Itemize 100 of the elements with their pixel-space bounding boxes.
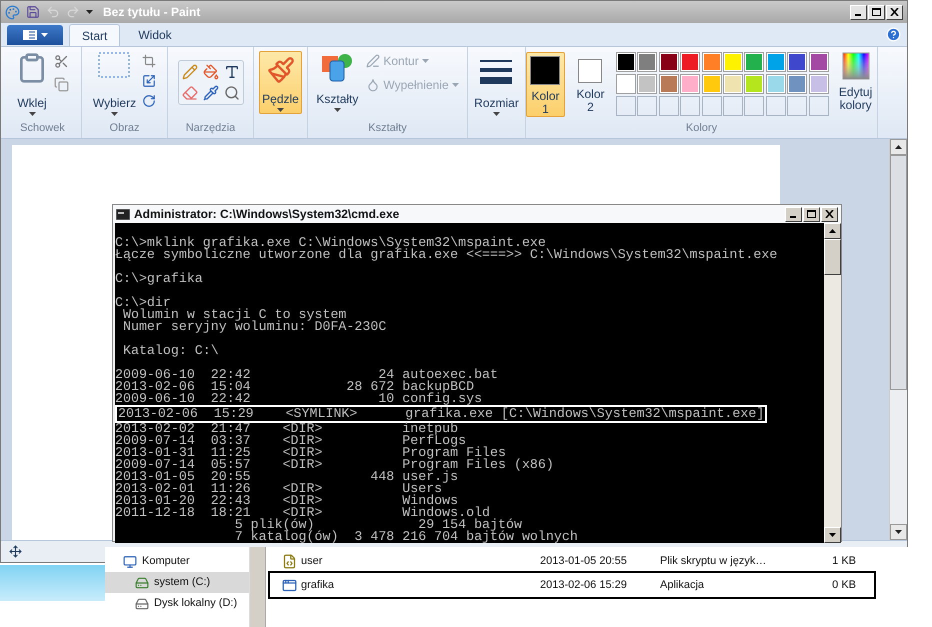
caret-icon: [829, 533, 836, 537]
palette-color[interactable]: [637, 74, 658, 94]
console-line: Katalog: C:\: [122, 345, 219, 357]
empty-color-slot[interactable]: [702, 96, 722, 116]
empty-color-slot[interactable]: [808, 96, 829, 116]
fill-bucket-icon[interactable]: [202, 64, 218, 80]
console-line: 2009-07-14 05:57 <DIR> Program Files (x86): [115, 459, 554, 471]
paint-app-icon[interactable]: [5, 4, 20, 20]
palette-color[interactable]: [723, 52, 744, 72]
zoom-icon[interactable]: [224, 85, 240, 101]
empty-color-slot[interactable]: [787, 96, 808, 116]
scroll-thumb[interactable]: [890, 155, 907, 390]
empty-color-slot[interactable]: [744, 96, 764, 116]
maximize-button[interactable]: [803, 206, 820, 222]
empty-color-slot[interactable]: [680, 96, 700, 116]
computer-icon: [123, 554, 137, 568]
edit-colors-button[interactable]: Edytuj kolory: [834, 52, 877, 112]
palette-color[interactable]: [616, 74, 636, 94]
palette-color[interactable]: [766, 52, 786, 72]
palette-color[interactable]: [744, 52, 764, 72]
color-slot-button[interactable]: Kolor 1: [526, 52, 565, 117]
palette-color[interactable]: [808, 74, 829, 94]
line-width-icon: [480, 59, 512, 85]
palette-color[interactable]: [658, 52, 679, 72]
group-label: Kolory: [686, 120, 718, 136]
palette-color[interactable]: [766, 74, 786, 94]
empty-color-slot[interactable]: [723, 96, 744, 116]
minimize-button[interactable]: [785, 206, 802, 222]
palette-color[interactable]: [787, 74, 808, 94]
shapes-icon: [321, 52, 354, 82]
shapes-button[interactable]: Kształty: [316, 52, 358, 112]
empty-color-slot[interactable]: [658, 96, 679, 116]
console-line: 2013-01-20 22:43 <DIR> Windows: [115, 495, 458, 507]
redo-icon[interactable]: [66, 5, 80, 19]
console-line: 2011-12-18 18:21 <DIR> Windows.old: [115, 507, 490, 519]
undo-icon[interactable]: [46, 5, 60, 19]
console-line: 2013-02-02 21:47 <DIR> inetpub: [115, 423, 458, 435]
maximize-button[interactable]: [868, 4, 885, 20]
console-icon: [116, 208, 130, 220]
file-type: Aplikacja: [660, 578, 706, 593]
select-button[interactable]: Wybierz: [92, 52, 136, 116]
ribbon-tab[interactable]: Start: [69, 24, 120, 46]
palette-color[interactable]: [680, 74, 700, 94]
caret-icon: [334, 108, 341, 112]
file-row[interactable]: grafika 2013-02-06 15:29 Aplikacja 0 KB: [270, 573, 874, 597]
paste-button[interactable]: Wklej: [16, 52, 48, 116]
text-tool-icon[interactable]: [224, 64, 240, 80]
navigation-item[interactable]: system (C:): [105, 572, 249, 593]
palette-color[interactable]: [787, 52, 808, 72]
size-button[interactable]: Rozmiar: [474, 59, 519, 116]
palette-color[interactable]: [702, 52, 722, 72]
empty-color-slot[interactable]: [766, 96, 786, 116]
color-spectrum-icon: [842, 52, 870, 80]
palette-color[interactable]: [658, 74, 679, 94]
copy-icon[interactable]: [54, 77, 69, 92]
window-title: Bez tytułu - Paint: [103, 4, 200, 21]
vertical-scrollbar[interactable]: [824, 223, 841, 543]
close-button[interactable]: [886, 4, 903, 20]
minimize-button[interactable]: [850, 4, 867, 20]
color-picker-icon[interactable]: [202, 85, 218, 101]
vertical-scrollbar[interactable]: [889, 139, 907, 540]
pencil-icon[interactable]: [182, 64, 198, 80]
eraser-icon[interactable]: [182, 85, 198, 101]
close-icon: [890, 8, 899, 16]
menu-icon: [22, 30, 36, 40]
console-line: Wolumin w stacji C to system: [122, 309, 346, 321]
save-icon[interactable]: [26, 5, 40, 19]
palette-color[interactable]: [702, 74, 722, 94]
palette-color[interactable]: [680, 52, 700, 72]
maximize-icon: [807, 210, 816, 218]
palette-color[interactable]: [808, 52, 829, 72]
scroll-up-icon: [829, 229, 836, 233]
empty-color-slot[interactable]: [637, 96, 658, 116]
help-icon[interactable]: [886, 27, 901, 42]
ribbon-tab[interactable]: Widok: [126, 24, 184, 46]
app-menu-button[interactable]: [7, 25, 63, 45]
resize-icon[interactable]: [142, 74, 156, 88]
group-label: Schowek: [20, 120, 65, 136]
caret-icon: [40, 33, 48, 37]
caret-icon: [110, 112, 118, 116]
empty-color-slot[interactable]: [616, 96, 636, 116]
crop-icon[interactable]: [142, 54, 156, 68]
brushes-button[interactable]: Pędzle: [259, 51, 302, 114]
color-slot-button[interactable]: Kolor 2: [570, 52, 610, 117]
console-line: 5 plik(ów) 29 154 bajtów: [234, 519, 522, 531]
palette-color[interactable]: [744, 74, 764, 94]
console-line: C:\>grafika: [115, 273, 203, 285]
close-button[interactable]: [821, 206, 838, 222]
navigation-item[interactable]: Komputer: [105, 551, 249, 572]
drive-icon: [135, 576, 149, 590]
file-row[interactable]: user 2013-01-05 20:55 Plik skryptu w język… 1 KB: [270, 549, 874, 573]
cut-icon[interactable]: [54, 54, 69, 69]
palette-color[interactable]: [616, 52, 636, 72]
scroll-up-icon: [895, 145, 902, 149]
palette-color[interactable]: [637, 52, 658, 72]
pane-splitter[interactable]: [250, 547, 266, 627]
palette-color[interactable]: [723, 74, 744, 94]
navigation-item[interactable]: Dysk lokalny (D:): [105, 593, 249, 614]
rotate-icon[interactable]: [142, 94, 156, 108]
close-icon: [825, 210, 834, 218]
